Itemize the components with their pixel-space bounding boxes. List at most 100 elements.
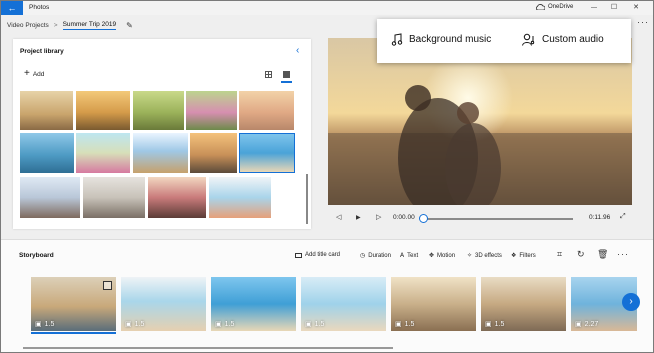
trash-icon[interactable]: 🗑	[597, 249, 608, 260]
skip-back-icon[interactable]: ◁	[336, 213, 341, 221]
onedrive-status[interactable]: OneDrive	[536, 4, 573, 10]
clip-duration: ▣ 1.5	[125, 320, 145, 329]
breadcrumb-video-projects[interactable]: Video Projects	[7, 22, 49, 29]
image-icon: ▣	[125, 321, 132, 328]
clip-duration: ▣ 1.5	[35, 320, 55, 329]
storyboard-clip[interactable]: ▣ 1.5	[301, 277, 386, 331]
image-icon: ▣	[35, 321, 42, 328]
rotate-icon[interactable]: ↻	[577, 249, 585, 260]
storyboard-clip[interactable]: ▣ 1.5	[391, 277, 476, 331]
cloud-icon	[536, 4, 545, 10]
image-icon: ▣	[395, 321, 402, 328]
scroll-next-button[interactable]: ›	[622, 293, 640, 311]
custom-audio-label: Custom audio	[542, 34, 604, 45]
crop-icon[interactable]: ⌗	[557, 249, 562, 260]
person-audio-icon	[522, 33, 535, 46]
storyboard-title: Storyboard	[19, 252, 54, 259]
more-options-button[interactable]: ···	[637, 17, 649, 27]
library-photo[interactable]	[20, 91, 73, 130]
storyboard-clip[interactable]: ▣ 1.5	[31, 277, 116, 331]
background-music-button[interactable]: Background music	[391, 33, 491, 46]
clock-icon: ◷	[360, 253, 366, 259]
duration-button[interactable]: ◷ Duration	[360, 252, 391, 260]
add-title-card-button[interactable]: Add title card	[295, 252, 340, 258]
playback-controls: ◁ ▶ ▷ 0:00.00 0:11.96 ⤢	[333, 212, 633, 226]
breadcrumb-project-name[interactable]: Summer Trip 2019	[62, 21, 117, 30]
clip-duration: ▣ 1.5	[305, 320, 325, 329]
expand-icon[interactable]: ⤢	[620, 213, 626, 221]
storyboard-panel: Storyboard Add title card ◷ Duration 𝖠 T…	[1, 239, 653, 352]
storyboard-scrollbar[interactable]	[23, 347, 393, 349]
library-photo[interactable]	[133, 133, 188, 173]
filters-button[interactable]: ❖ Filters	[511, 252, 536, 260]
project-library-panel: Project library ‹ + Add	[13, 39, 311, 229]
3d-effects-label: 3D effects	[475, 252, 502, 259]
large-tile-view-icon[interactable]	[283, 71, 290, 78]
current-time: 0:00.00	[393, 214, 415, 221]
text-icon: 𝖠	[400, 253, 405, 259]
library-photo[interactable]	[190, 133, 237, 173]
3d-effects-button[interactable]: ✧ 3D effects	[467, 252, 502, 260]
video-preview	[328, 38, 632, 205]
library-photo[interactable]	[148, 177, 206, 218]
library-photo-selected[interactable]	[239, 133, 295, 173]
add-button[interactable]: + Add	[24, 69, 45, 79]
title-card-icon	[295, 252, 302, 258]
maximize-button[interactable]: ☐	[607, 2, 621, 14]
duration-label: Duration	[368, 252, 391, 259]
grid-view-icon[interactable]	[265, 71, 272, 78]
clip-duration: ▣ 1.5	[395, 320, 415, 329]
preview-image	[328, 38, 632, 205]
library-photo[interactable]	[186, 91, 237, 130]
play-icon[interactable]: ▶	[356, 214, 361, 221]
photos-app-window: ← Photos OneDrive — ☐ ✕ Video Projects >…	[0, 0, 654, 353]
library-photo[interactable]	[20, 177, 80, 218]
close-button[interactable]: ✕	[629, 2, 643, 14]
library-photo[interactable]	[76, 133, 130, 173]
background-music-label: Background music	[409, 34, 492, 45]
custom-audio-button[interactable]: Custom audio	[522, 33, 604, 46]
pencil-icon[interactable]: ✎	[126, 21, 133, 30]
audio-menu: Background music Custom audio	[377, 19, 631, 63]
minimize-button[interactable]: —	[587, 2, 601, 14]
library-title: Project library	[20, 48, 64, 55]
title-bar: ← Photos OneDrive — ☐ ✕	[1, 1, 653, 15]
motion-button[interactable]: ✥ Motion	[429, 252, 456, 260]
back-button[interactable]: ←	[1, 1, 23, 15]
3d-effects-icon: ✧	[467, 253, 473, 259]
add-title-card-label: Add title card	[305, 252, 341, 258]
image-icon: ▣	[485, 321, 492, 328]
library-photo[interactable]	[239, 91, 294, 130]
image-icon: ▣	[215, 321, 222, 328]
seek-knob[interactable]	[419, 214, 428, 223]
storyboard-clip[interactable]: ▣ 1.5	[211, 277, 296, 331]
library-photo[interactable]	[83, 177, 145, 218]
clip-duration: ▣ 1.5	[215, 320, 235, 329]
breadcrumb-separator: >	[53, 21, 58, 29]
library-photo[interactable]	[133, 91, 184, 130]
view-selected-indicator	[281, 81, 292, 83]
filters-label: Filters	[519, 252, 536, 259]
add-label: Add	[32, 70, 45, 78]
library-photo[interactable]	[76, 91, 130, 130]
clip-duration: ▣ 2.27	[575, 320, 599, 329]
motion-label: Motion	[437, 252, 456, 259]
selected-clip-indicator	[31, 332, 116, 334]
library-scrollbar[interactable]	[306, 174, 308, 224]
storyboard-more-button[interactable]: ···	[617, 249, 629, 259]
clip-checkbox[interactable]	[103, 281, 112, 290]
music-note-icon	[391, 33, 403, 46]
collapse-chevron-icon[interactable]: ‹	[296, 45, 299, 56]
storyboard-clip[interactable]: ▣ 1.5	[121, 277, 206, 331]
image-icon: ▣	[305, 321, 312, 328]
storyboard-clip[interactable]: ▣ 1.5	[481, 277, 566, 331]
skip-forward-icon[interactable]: ▷	[376, 213, 381, 221]
library-photo[interactable]	[209, 177, 271, 218]
seek-track[interactable]	[423, 218, 573, 220]
library-photo[interactable]	[20, 133, 74, 173]
app-title: Photos	[29, 4, 50, 11]
motion-icon: ✥	[429, 253, 435, 259]
text-button[interactable]: 𝖠 Text	[400, 252, 418, 260]
image-icon: ▣	[575, 321, 582, 328]
clip-duration: ▣ 1.5	[485, 320, 505, 329]
